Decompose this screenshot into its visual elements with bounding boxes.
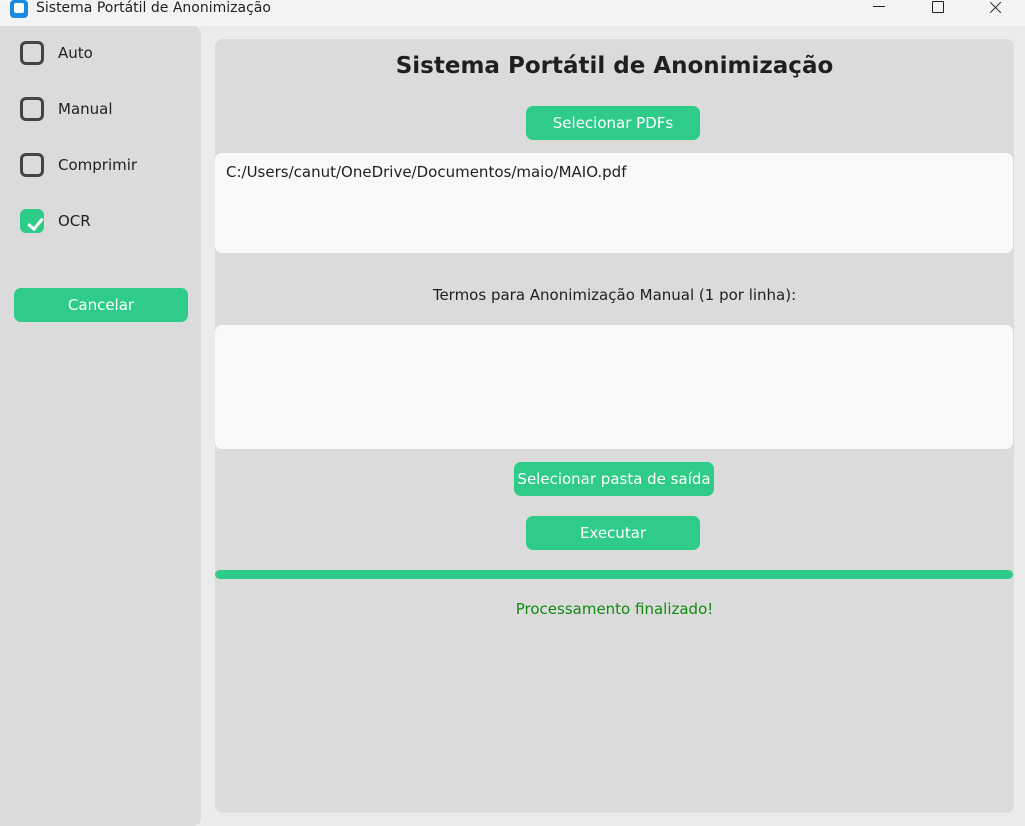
cancel-button[interactable]: Cancelar [14,288,188,322]
select-pdfs-button[interactable]: Selecionar PDFs [526,106,700,140]
checkbox-manual-box[interactable] [20,97,44,121]
close-icon[interactable] [966,0,1024,18]
app-icon [10,0,28,18]
page-title: Sistema Portátil de Anonimização [395,53,834,79]
checkbox-auto[interactable]: Auto [20,38,93,68]
checkbox-comprimir[interactable]: Comprimir [20,150,137,180]
files-textbox[interactable]: C:/Users/canut/OneDrive/Documentos/maio/… [215,153,1013,253]
checkbox-auto-box[interactable] [20,41,44,65]
checkbox-ocr-label: OCR [58,212,91,230]
progress-bar-fill [215,570,1013,579]
checkbox-ocr-box[interactable] [20,209,44,233]
minimize-icon[interactable] [850,0,908,18]
checkbox-manual[interactable]: Manual [20,94,113,124]
maximize-icon[interactable] [908,0,966,18]
execute-button[interactable]: Executar [526,516,700,550]
sidebar: Auto Manual Comprimir OCR Cancelar [0,26,201,826]
checkbox-ocr[interactable]: OCR [20,206,91,236]
checkbox-comprimir-label: Comprimir [58,156,138,174]
status-text: Processamento finalizado! [515,600,714,618]
window-title: Sistema Portátil de Anonimização [36,0,271,16]
checkbox-auto-label: Auto [58,44,93,62]
checkbox-comprimir-box[interactable] [20,153,44,177]
files-text: C:/Users/canut/OneDrive/Documentos/maio/… [226,163,627,181]
progress-bar [215,570,1013,579]
terms-label: Termos para Anonimização Manual (1 por l… [432,286,797,304]
checkbox-manual-label: Manual [58,100,113,118]
title-bar: Sistema Portátil de Anonimização [0,0,1025,26]
terms-textbox[interactable] [215,325,1013,449]
select-output-folder-button[interactable]: Selecionar pasta de saída [514,462,714,496]
main-panel: Sistema Portátil de Anonimização Selecio… [215,39,1014,813]
